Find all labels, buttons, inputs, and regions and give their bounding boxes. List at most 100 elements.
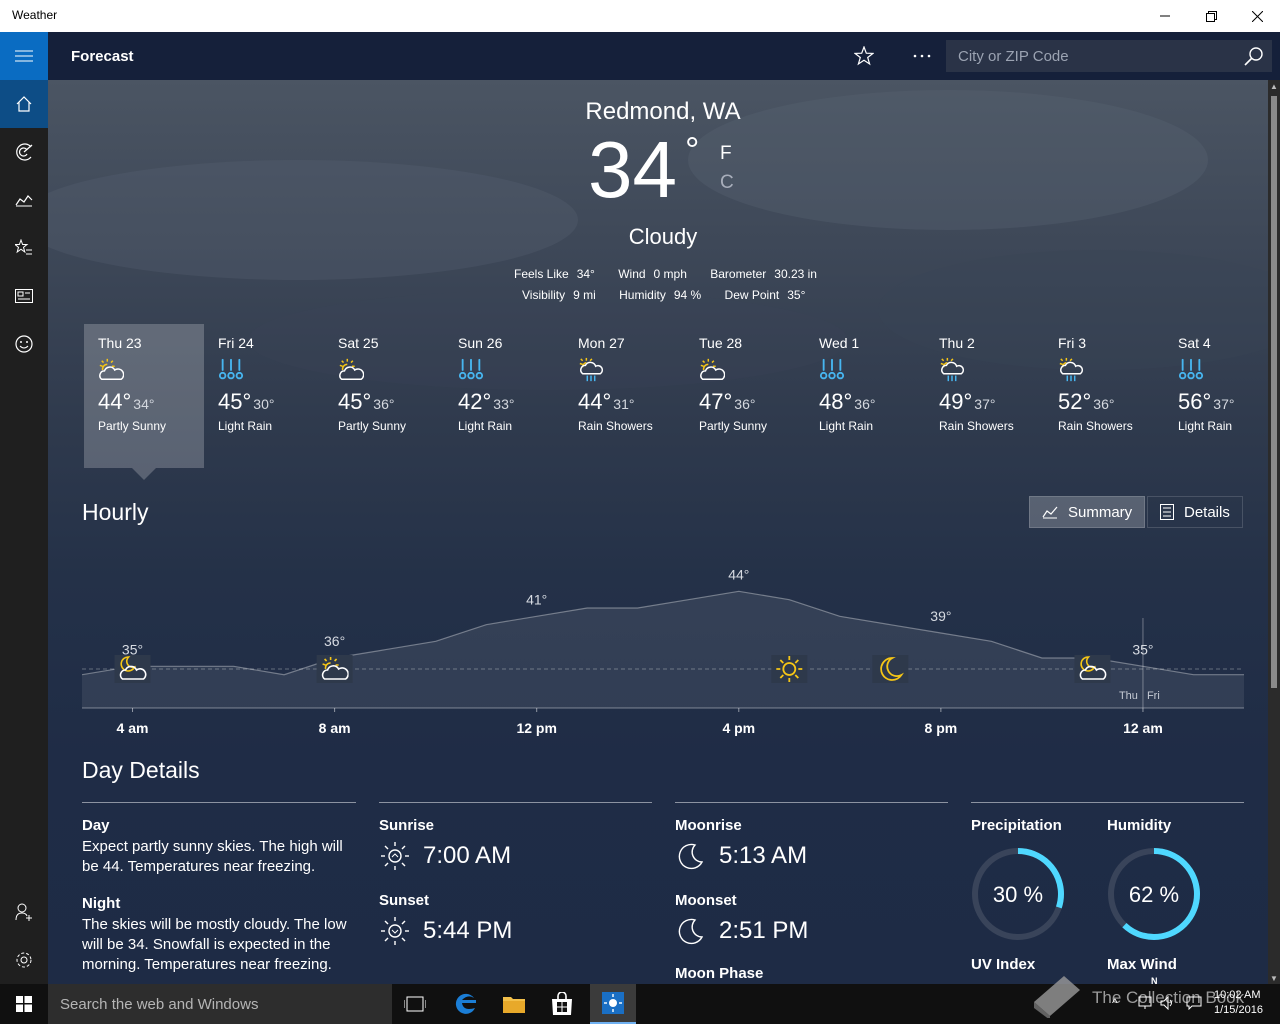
- details-toggle[interactable]: Details: [1147, 496, 1243, 528]
- unit-fahrenheit[interactable]: F: [720, 143, 732, 165]
- edge-button[interactable]: [454, 992, 478, 1021]
- day-tile[interactable]: Thu 2 49° 37° Rain Showers: [925, 324, 1045, 468]
- close-button[interactable]: [1234, 0, 1280, 32]
- sunset-icon: [381, 917, 409, 945]
- weather-app-button[interactable]: [590, 984, 636, 1024]
- volume-icon[interactable]: [1160, 996, 1176, 1010]
- night-label: Night: [82, 895, 121, 912]
- details-label: Details: [1184, 503, 1230, 521]
- windows-logo-icon: [16, 996, 32, 1012]
- more-button[interactable]: [906, 40, 938, 72]
- folder-icon: [503, 997, 525, 1013]
- moon-panel: Moonrise 5:13 AM Moonset 2:51 PM Moon Ph…: [675, 817, 948, 982]
- summary-label: Summary: [1068, 503, 1133, 521]
- barometer-value: 30.23 in: [774, 267, 817, 281]
- day-tile[interactable]: Sat 25 45° 36° Partly Sunny: [324, 324, 444, 468]
- day-name: Sat 25: [338, 335, 379, 351]
- day-tile[interactable]: Mon 27 44° 31° Rain Showers: [564, 324, 684, 468]
- hourly-chart: Thu Fri 35° 36° 41° 44° 39° 35° 4 am 8 am 12 pm 4 p…: [82, 566, 1244, 736]
- day-tile[interactable]: Thu 23 44° 34° Partly Sunny: [84, 324, 204, 468]
- notifications-icon[interactable]: [1186, 996, 1202, 1010]
- task-view-button[interactable]: [403, 994, 427, 1019]
- day-condition: Rain Showers: [939, 419, 1014, 433]
- scroll-thumb[interactable]: [1271, 96, 1277, 688]
- nav-maps[interactable]: [0, 128, 48, 176]
- store-button[interactable]: [550, 991, 574, 1021]
- nav-account[interactable]: [0, 888, 48, 936]
- humidity-gauge: 62 %: [1108, 848, 1200, 940]
- section-title: Forecast: [71, 48, 134, 65]
- day-icon: [699, 357, 727, 385]
- start-button[interactable]: [0, 984, 48, 1024]
- book-logo-icon: [1034, 976, 1080, 1018]
- day-name: Thu 23: [98, 335, 142, 351]
- menu-button[interactable]: [0, 32, 48, 80]
- day-icon: [98, 357, 126, 385]
- close-icon: [1251, 10, 1263, 22]
- day-split-label: Thu: [1119, 690, 1138, 702]
- degree-sign: °: [684, 129, 700, 170]
- day-condition: Light Rain: [458, 419, 513, 433]
- time-axis-label: 4 pm: [722, 720, 755, 736]
- temperature-area: [82, 591, 1244, 708]
- more-icon: [913, 54, 931, 58]
- location-search-input[interactable]: [946, 40, 1236, 72]
- scroll-down-icon[interactable]: ▼: [1268, 972, 1280, 984]
- moonset-label: Moonset: [675, 892, 737, 909]
- minimize-icon: [1160, 15, 1170, 17]
- feels-like-label: Feels Like: [514, 267, 569, 281]
- day-details-title: Day Details: [82, 757, 200, 783]
- favorite-button[interactable]: [848, 40, 880, 72]
- day-high: 48°: [819, 389, 853, 414]
- light-rain-icon: [218, 358, 244, 380]
- hourly-condition-icon: [316, 655, 353, 683]
- day-tile[interactable]: Sun 26 42° 33° Light Rain: [444, 324, 564, 468]
- hourly-condition-icon: [114, 655, 151, 683]
- day-low: 34°: [133, 396, 155, 412]
- day-condition: Light Rain: [819, 419, 874, 433]
- unit-celsius[interactable]: C: [720, 172, 734, 194]
- day-condition: Partly Sunny: [98, 419, 167, 433]
- nav-settings[interactable]: [0, 936, 48, 984]
- day-name: Sun 26: [458, 335, 503, 351]
- day-condition: Rain Showers: [1058, 419, 1133, 433]
- vertical-scrollbar[interactable]: ▲ ▼: [1268, 80, 1280, 984]
- task-view-icon: [403, 996, 427, 1012]
- temperature-value: 34: [588, 125, 677, 214]
- day-tile[interactable]: Fri 3 52° 36° Rain Showers: [1044, 324, 1164, 468]
- day-text: Expect partly sunny skies. The high will…: [82, 838, 343, 875]
- uv-index-label: UV Index: [971, 956, 1036, 973]
- restore-button[interactable]: [1188, 0, 1234, 32]
- day-icon: [1178, 357, 1206, 385]
- clock[interactable]: 10:02 AM 1/15/2016: [1214, 988, 1263, 1018]
- day-summary-panel: Day Expect partly sunny skies. The high …: [82, 817, 356, 975]
- day-tile[interactable]: Tue 28 47° 36° Partly Sunny: [685, 324, 805, 468]
- search-button[interactable]: [1242, 44, 1266, 68]
- network-icon[interactable]: [1138, 996, 1152, 1010]
- radar-icon: [16, 143, 33, 161]
- file-explorer-button[interactable]: [502, 993, 526, 1020]
- scroll-up-icon[interactable]: ▲: [1268, 80, 1280, 92]
- day-icon: [578, 357, 606, 385]
- day-tile[interactable]: Wed 1 48° 36° Light Rain: [805, 324, 925, 468]
- day-high: 47°: [699, 389, 733, 414]
- day-low: 33°: [493, 396, 515, 412]
- day-tile[interactable]: Sat 4 56° 37° Light Rain: [1164, 324, 1268, 468]
- summary-toggle[interactable]: Summary: [1029, 496, 1146, 528]
- divider: [82, 802, 356, 803]
- minimize-button[interactable]: [1142, 0, 1188, 32]
- nav-historical[interactable]: [0, 176, 48, 224]
- humidity-label: Humidity: [619, 288, 666, 302]
- nav-news[interactable]: [0, 272, 48, 320]
- taskbar-search[interactable]: Search the web and Windows: [48, 984, 392, 1024]
- day-tile[interactable]: Fri 24 45° 30° Light Rain: [204, 324, 324, 468]
- light-rain-icon: [1178, 358, 1204, 380]
- hourly-condition-icon: [771, 655, 808, 683]
- precipitation-label: Precipitation: [971, 817, 1062, 834]
- nav-forecast[interactable]: [0, 80, 48, 128]
- tray-chevron-icon[interactable]: ^: [1112, 996, 1118, 1010]
- moon-phase-label: Moon Phase: [675, 965, 764, 982]
- day-low: 31°: [613, 396, 635, 412]
- nav-places[interactable]: [0, 224, 48, 272]
- nav-life[interactable]: [0, 320, 48, 368]
